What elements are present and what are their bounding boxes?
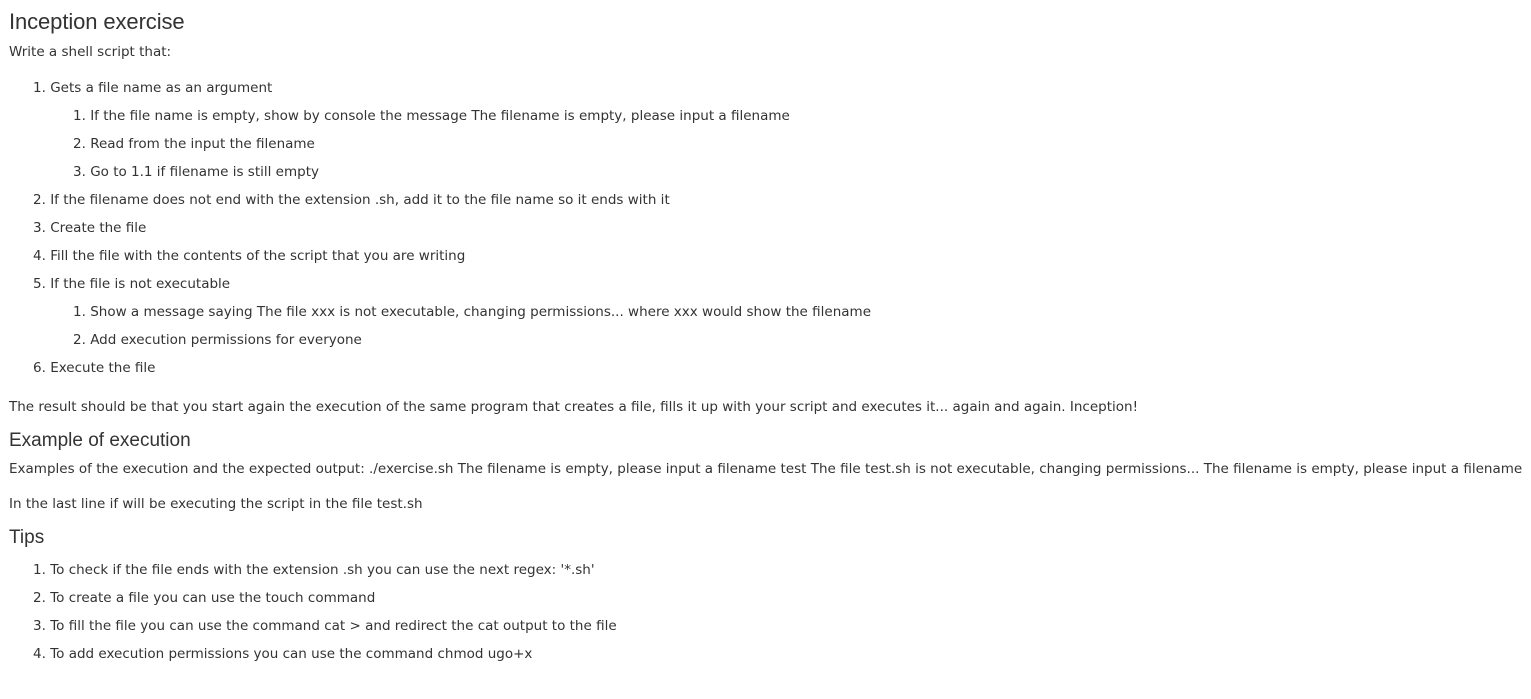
list-item: 4. Fill the file with the contents of th… (33, 248, 466, 264)
list-item: 6. Execute the file (33, 360, 156, 376)
list-item: 3. Go to 1.1 if filename is still empty (73, 164, 319, 180)
tips-list: 1. To check if the file ends with the ex… (9, 556, 1522, 668)
list-item: 4. To add execution permissions you can … (33, 646, 533, 662)
list-item: 1. Show a message saying The file xxx is… (73, 304, 871, 320)
result-text: The result should be that you start agai… (9, 399, 1138, 415)
list-item: 2. Read from the input the filename (73, 136, 315, 152)
list-item: 2. If the filename does not end with the… (33, 192, 670, 208)
list-item: 2. Add execution permissions for everyon… (73, 332, 362, 348)
tips-heading: Tips (9, 527, 45, 548)
example-heading: Example of execution (9, 430, 191, 451)
last-line-text: In the last line if will be executing th… (9, 496, 423, 512)
list-item: 1. If the file name is empty, show by co… (73, 108, 790, 124)
list-item: 3. To fill the file you can use the comm… (33, 618, 617, 634)
intro-text: Write a shell script that: (9, 44, 172, 60)
list-item: 1. To check if the file ends with the ex… (33, 562, 595, 578)
list-item: 5. If the file is not executable (33, 276, 231, 292)
steps-list: 1. Gets a file name as an argument 1. If… (9, 74, 1522, 382)
document-page: Inception exercise Write a shell script … (0, 0, 1531, 668)
list-item: 3. Create the file (33, 220, 147, 236)
list-item: 2. To create a file you can use the touc… (33, 590, 376, 606)
example-text: Examples of the execution and the expect… (9, 461, 1523, 477)
list-item: 1. Gets a file name as an argument (33, 80, 273, 96)
page-title: Inception exercise (9, 9, 185, 34)
